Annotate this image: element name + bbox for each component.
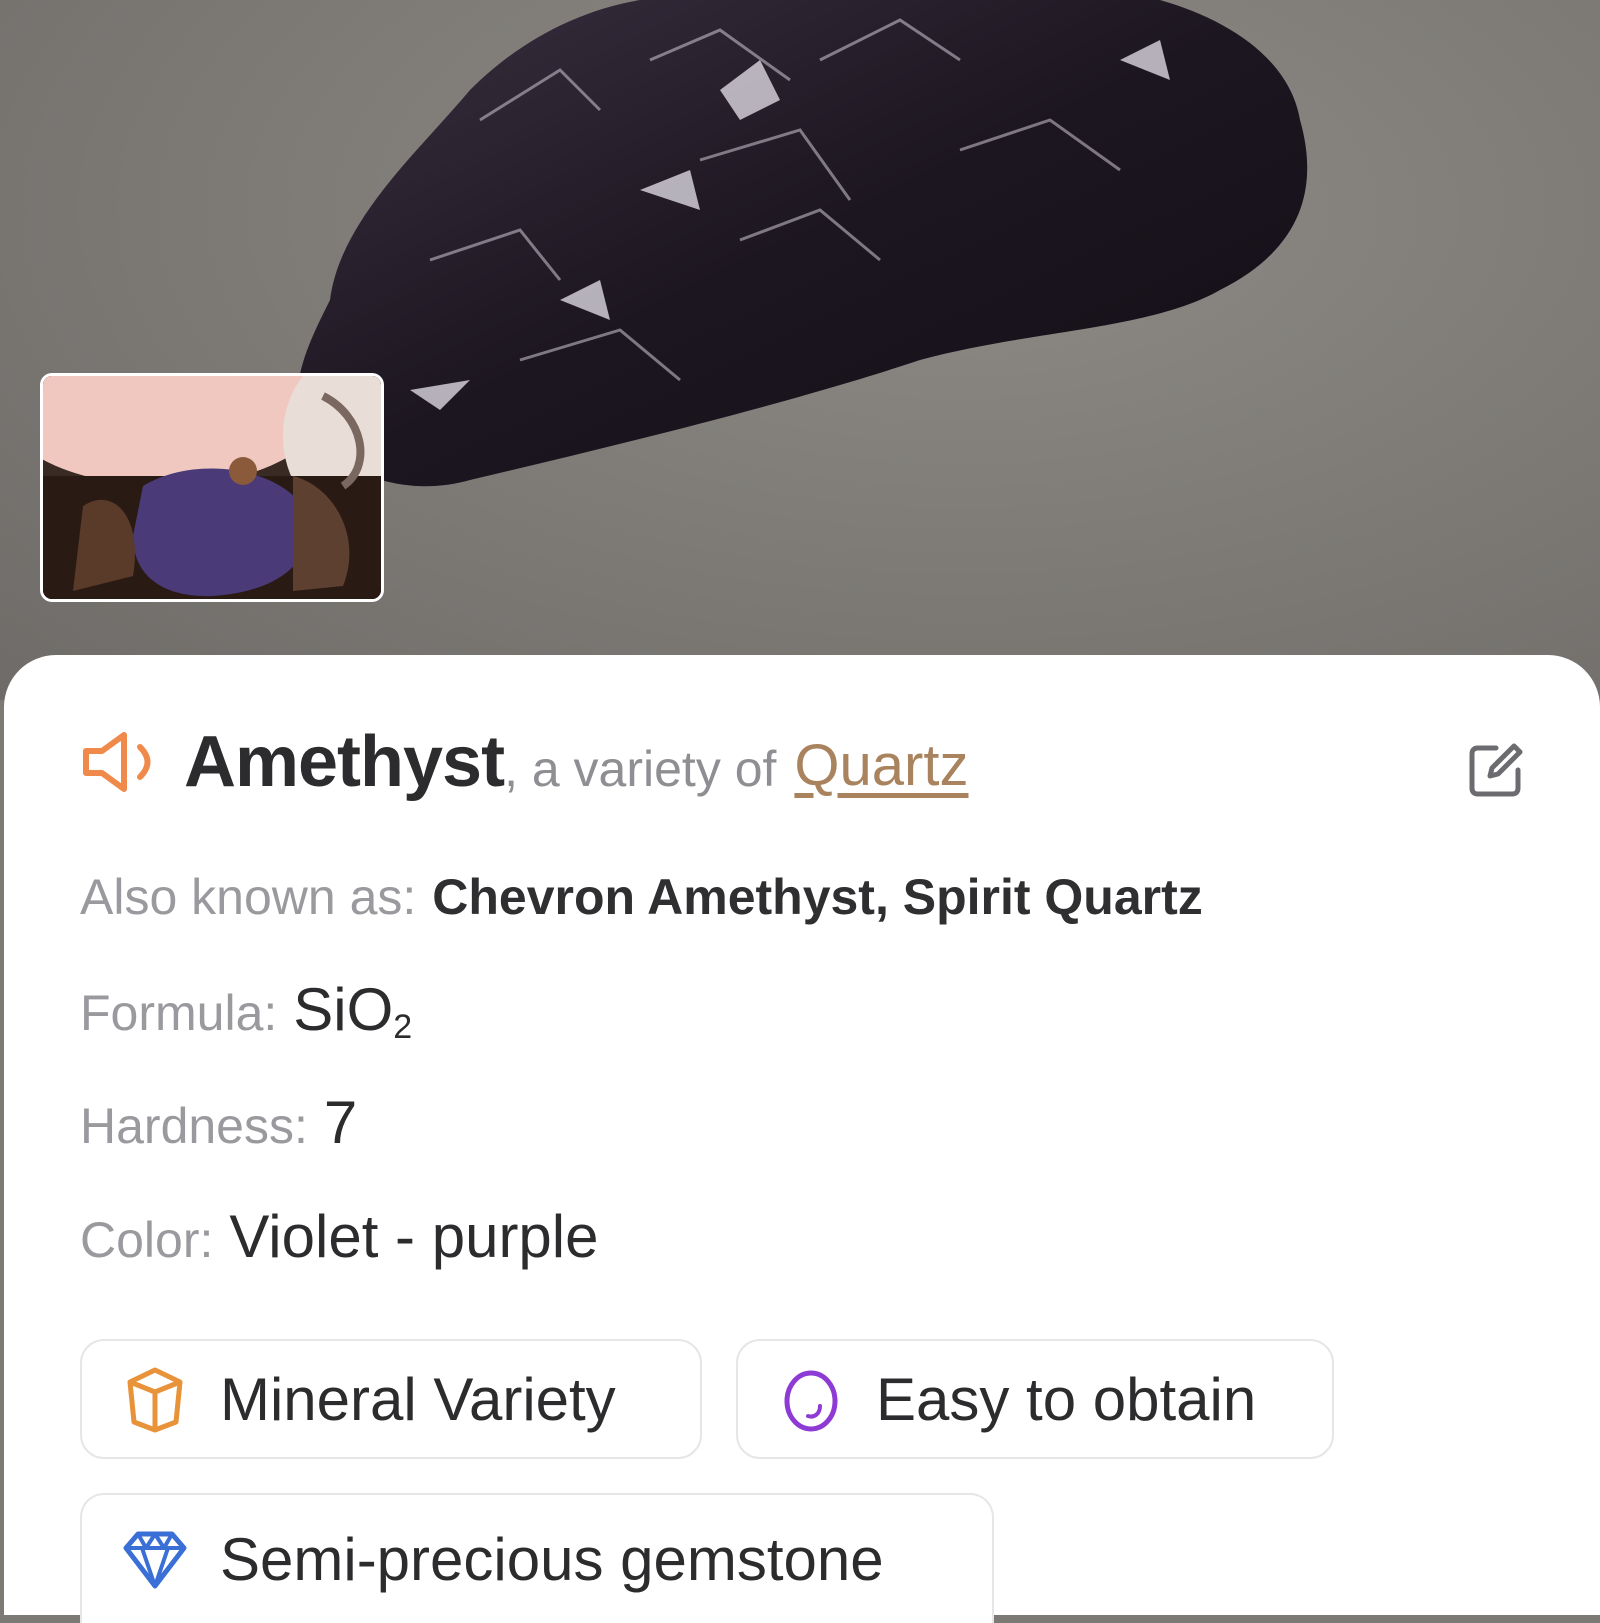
diamond-icon (123, 1531, 187, 1589)
specimen-photo[interactable] (0, 0, 1600, 700)
tag-easy-to-obtain[interactable]: Easy to obtain (736, 1339, 1334, 1459)
tag-mineral-variety[interactable]: Mineral Variety (80, 1339, 702, 1459)
formula-value: SiO2 (293, 975, 412, 1047)
edit-icon[interactable] (1466, 740, 1526, 800)
hardness-value: 7 (323, 1089, 358, 1156)
tag-label: Semi-precious gemstone (220, 1525, 884, 1593)
aka-value: Chevron Amethyst, Spirit Quartz (432, 869, 1203, 925)
variety-prefix: , a variety of (504, 741, 777, 797)
color-row: Color: Violet - purple (80, 1202, 599, 1271)
specimen-name: Amethyst (184, 722, 505, 802)
original-photo-thumbnail[interactable] (40, 373, 384, 602)
parent-mineral-link[interactable]: Quartz (794, 732, 968, 799)
tag-label: Easy to obtain (876, 1365, 1257, 1433)
crystal-icon (127, 1367, 183, 1433)
ring-icon (784, 1370, 838, 1432)
formula-main: SiO (293, 976, 394, 1043)
formula-subscript: 2 (393, 1008, 413, 1046)
color-value: Violet - purple (229, 1203, 599, 1270)
hardness-label: Hardness: (80, 1098, 308, 1154)
aka-label: Also known as: (80, 869, 417, 925)
hardness-row: Hardness: 7 (80, 1088, 357, 1157)
aka-row: Also known as: Chevron Amethyst, Spirit … (80, 868, 1203, 926)
tag-label: Mineral Variety (220, 1365, 616, 1433)
speaker-icon[interactable] (80, 727, 166, 797)
tag-semi-precious-gemstone[interactable]: Semi-precious gemstone (80, 1493, 994, 1623)
color-label: Color: (80, 1212, 214, 1268)
thumbnail-image (43, 376, 381, 599)
formula-row: Formula: SiO2 (80, 975, 412, 1047)
formula-label: Formula: (80, 985, 278, 1041)
title-row: Amethyst , a variety of Quartz (80, 722, 1530, 802)
